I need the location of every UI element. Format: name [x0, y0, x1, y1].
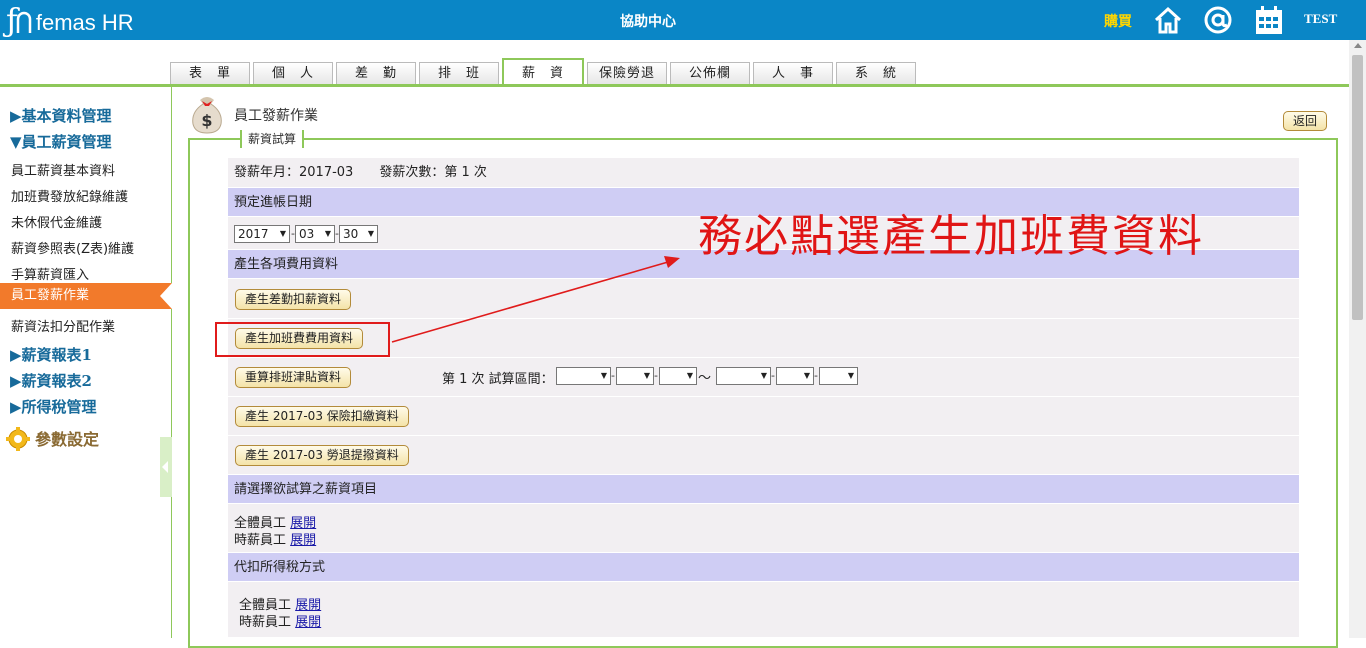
sidebar-item-garnishment[interactable]: 薪資法扣分配作業: [11, 316, 115, 335]
logo[interactable]: ƒ femas HR: [6, 2, 134, 38]
range-dash: -: [654, 369, 658, 382]
logo-arch-icon: [16, 11, 32, 33]
sidebar-section-report2[interactable]: ▶薪資報表2: [10, 370, 92, 391]
buy-link[interactable]: 購買: [1104, 11, 1132, 31]
tab-hr[interactable]: 人 事: [753, 62, 833, 86]
salary-items-header: 請選擇欲試算之薪資項目: [228, 475, 1299, 504]
help-center-link[interactable]: 協助中心: [620, 11, 676, 31]
sidebar-section-parameters[interactable]: 參數設定: [35, 426, 99, 450]
sidebar-section-income-tax[interactable]: ▶所得稅管理: [10, 396, 97, 417]
svg-text:$: $: [201, 111, 212, 130]
sidebar-section-basic[interactable]: ▶基本資料管理: [10, 105, 112, 126]
tab-bulletin[interactable]: 公佈欄: [670, 62, 750, 86]
back-button[interactable]: 返回: [1283, 111, 1327, 131]
active-indicator: [160, 283, 172, 309]
range-start-month-select[interactable]: [616, 367, 654, 385]
year-select[interactable]: 2017: [234, 225, 290, 243]
month-select[interactable]: 03: [295, 225, 335, 243]
hourly-employees-line: 時薪員工 展開: [228, 529, 316, 548]
scroll-up-icon[interactable]: [1354, 43, 1362, 48]
hourly-employees-label: 時薪員工: [234, 533, 287, 548]
salary-items-row: 全體員工 展開 時薪員工 展開: [228, 505, 1299, 553]
gear-icon: [6, 427, 30, 451]
sidebar-section-payroll[interactable]: ▼員工薪資管理: [10, 131, 112, 152]
generate-pension-button[interactable]: 產生 2017-03 勞退提撥資料: [235, 445, 409, 466]
range-dash: -: [611, 369, 615, 382]
main-tabs: 表 單 個 人 差 勤 排 班 薪 資 保險勞退 公佈欄 人 事 系 統: [170, 58, 919, 86]
home-icon[interactable]: [1152, 4, 1184, 36]
top-bar: ƒ femas HR 協助中心 購買 TEST: [0, 0, 1366, 40]
sidebar-item-salary-basic[interactable]: 員工薪資基本資料: [11, 160, 115, 179]
page-title: 員工發薪作業: [234, 108, 318, 124]
range-end-month-select[interactable]: [776, 367, 814, 385]
email-icon[interactable]: [1202, 4, 1234, 36]
tax-hourly-employees-line: 時薪員工 展開: [233, 611, 321, 630]
sidebar-collapse-handle[interactable]: [160, 437, 172, 497]
range-start-day-select[interactable]: [659, 367, 697, 385]
sidebar-item-payroll-processing[interactable]: 員工發薪作業: [0, 283, 172, 309]
generate-attendance-deduction-button[interactable]: 產生差勤扣薪資料: [235, 289, 352, 310]
tax-expand-hourly-link[interactable]: 展開: [295, 615, 321, 630]
range-end-year-select[interactable]: [716, 367, 771, 385]
sidebar-section-report1[interactable]: ▶薪資報表1: [10, 344, 92, 365]
tab-forms[interactable]: 表 單: [170, 62, 250, 86]
section-legend: 薪資試算: [240, 130, 305, 148]
period-info: 發薪年月：2017-03 發薪次數：第 1 次: [228, 158, 1299, 188]
tab-scheduling[interactable]: 排 班: [419, 62, 499, 86]
logo-text: femas HR: [35, 10, 134, 35]
recalc-row: 重算排班津貼資料 第 1 次 試算區間： - - ～ - -: [228, 358, 1299, 397]
range-end-day-select[interactable]: [819, 367, 858, 385]
sidebar-item-overtime-record[interactable]: 加班費發放紀錄維護: [11, 186, 128, 205]
range-dash: -: [771, 369, 775, 382]
insurance-row: 產生 2017-03 保險扣繳資料: [228, 397, 1299, 436]
tab-insurance[interactable]: 保險勞退: [587, 62, 667, 86]
tab-personal[interactable]: 個 人: [253, 62, 333, 86]
expand-hourly-link[interactable]: 展開: [290, 533, 316, 548]
attendance-row: 產生差勤扣薪資料: [228, 280, 1299, 319]
generate-insurance-button[interactable]: 產生 2017-03 保險扣繳資料: [235, 406, 409, 427]
sidebar-item-unused-leave[interactable]: 未休假代金維護: [11, 212, 102, 231]
scrollbar-thumb[interactable]: [1352, 55, 1363, 320]
range-start-year-select[interactable]: [556, 367, 611, 385]
recalc-shift-allowance-button[interactable]: 重算排班津貼資料: [235, 367, 352, 388]
pension-row: 產生 2017-03 勞退提撥資料: [228, 436, 1299, 475]
tax-method-row: 全體員工 展開 時薪員工 展開: [228, 583, 1299, 638]
day-select[interactable]: 30: [339, 225, 378, 243]
sidebar-item-manual-import[interactable]: 手算薪資匯入: [11, 264, 89, 283]
annotation-text: 務必點選產生加班費資料: [698, 211, 1204, 262]
tab-payroll[interactable]: 薪 資: [502, 58, 584, 86]
range-label: 第 1 次 試算區間：: [442, 372, 554, 387]
range-dash: -: [814, 369, 818, 382]
calendar-icon[interactable]: [1253, 4, 1285, 36]
sidebar-item-salary-reference[interactable]: 薪資參照表(Z表)維護: [11, 238, 134, 257]
tab-system[interactable]: 系 統: [836, 62, 916, 86]
tax-method-header: 代扣所得稅方式: [228, 553, 1299, 582]
money-bag-icon: $: [192, 97, 222, 134]
range-separator: ～: [698, 371, 712, 386]
annotation-highlight-box: [215, 322, 390, 357]
tab-attendance[interactable]: 差 勤: [336, 62, 416, 86]
sidebar: ▶基本資料管理 ▼員工薪資管理 員工薪資基本資料 加班費發放紀錄維護 未休假代金…: [0, 87, 172, 638]
tab-divider: [0, 84, 1349, 87]
hourly-employees-label: 時薪員工: [239, 615, 292, 630]
user-name[interactable]: TEST: [1304, 11, 1337, 27]
